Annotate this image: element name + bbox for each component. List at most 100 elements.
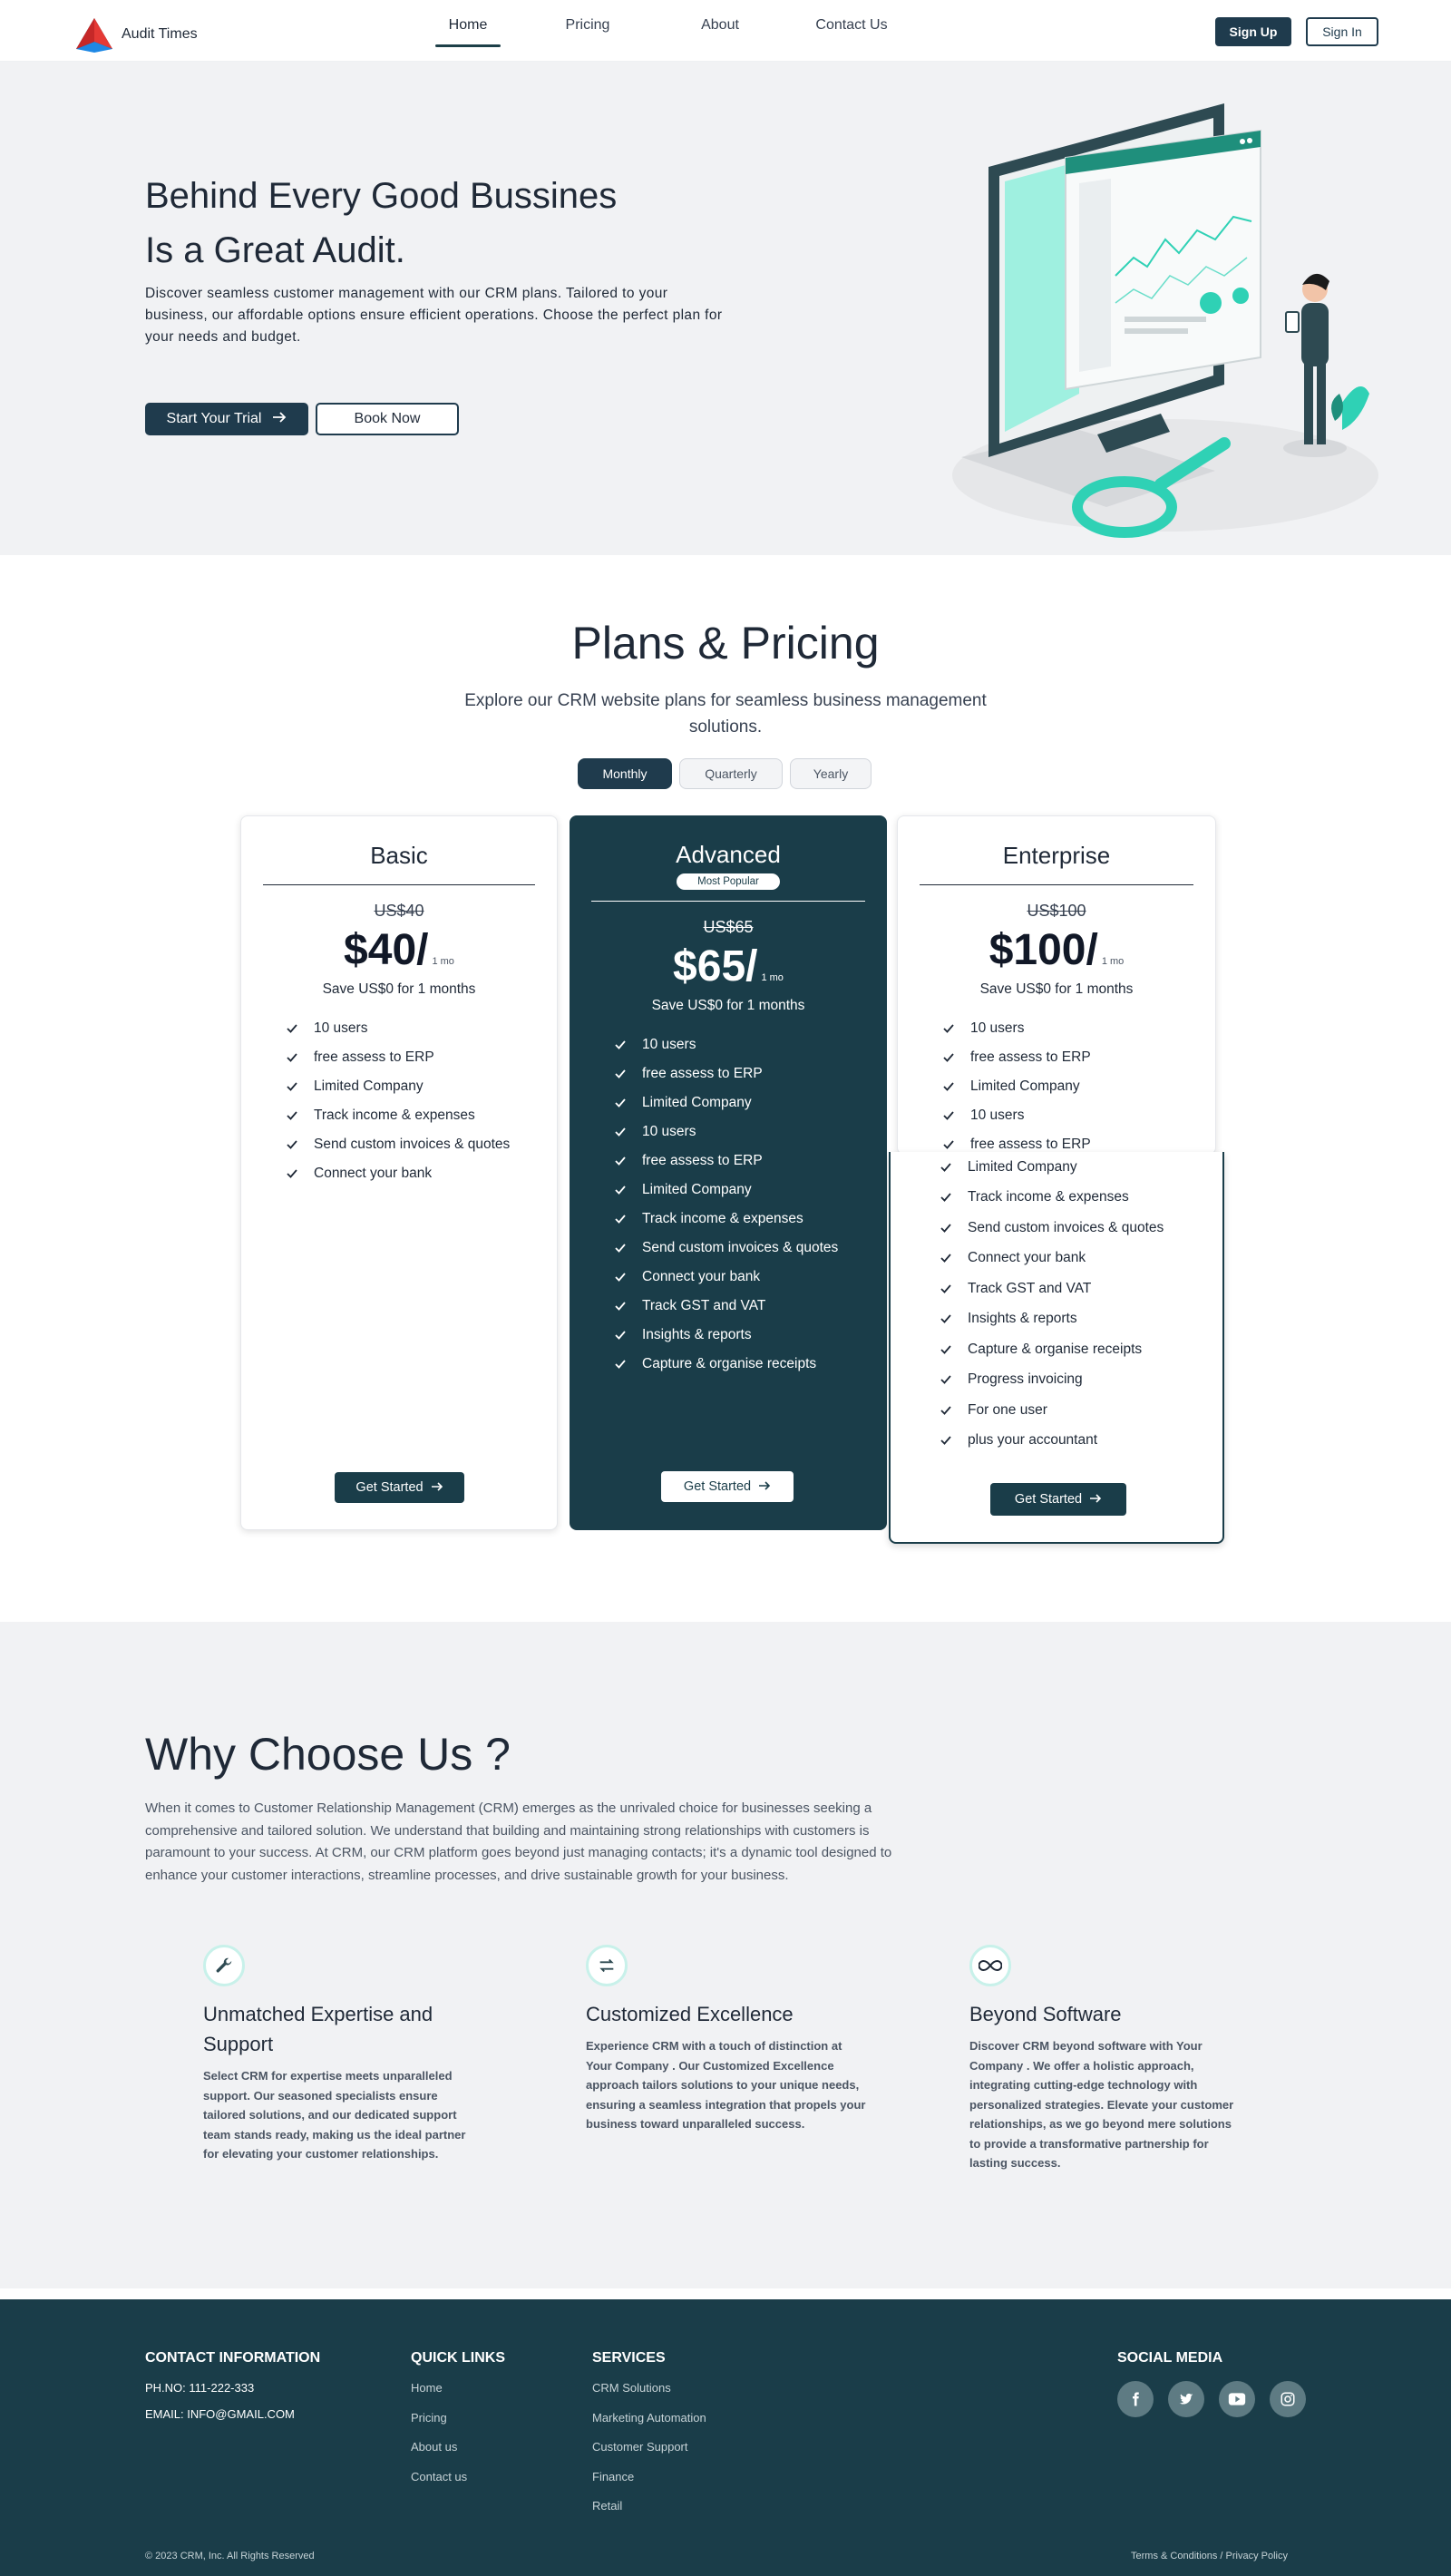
divider	[920, 884, 1193, 885]
feature-item: Connect your bank	[287, 1159, 510, 1188]
hero-title: Behind Every Good Bussines Is a Great Au…	[145, 169, 780, 278]
why-feature-beyond: Beyond Software Discover CRM beyond soft…	[969, 1945, 1242, 2173]
feature-text: 10 users	[970, 1020, 1025, 1036]
check-icon	[287, 1137, 314, 1152]
footer-link-pricing[interactable]: Pricing	[411, 2411, 505, 2425]
price-amount: $100/	[988, 926, 1098, 974]
tab-yearly[interactable]: Yearly	[790, 758, 872, 789]
brand-logo-icon	[76, 18, 112, 53]
check-icon	[615, 1357, 642, 1371]
feature-item: 10 users	[615, 1117, 838, 1147]
pricing-section: Plans & Pricing Explore our CRM website …	[0, 555, 1451, 1622]
feature-text: Track income & expenses	[968, 1189, 1129, 1205]
brand[interactable]: Audit Times	[74, 16, 198, 53]
tab-monthly[interactable]: Monthly	[578, 758, 672, 789]
check-icon	[943, 1108, 970, 1123]
check-icon	[940, 1342, 968, 1357]
check-icon	[615, 1241, 642, 1255]
get-started-button[interactable]: Get Started	[990, 1483, 1126, 1516]
instagram-icon[interactable]	[1270, 2381, 1306, 2417]
save-note: Save US$0 for 1 months	[322, 981, 476, 997]
period-tabs: Monthly Quarterly Yearly	[578, 758, 872, 789]
feature-text: Capture & organise receipts	[968, 1341, 1143, 1357]
footer-service-support[interactable]: Customer Support	[592, 2440, 706, 2454]
footer-service-marketing[interactable]: Marketing Automation	[592, 2411, 706, 2425]
get-started-button[interactable]: Get Started	[661, 1471, 794, 1502]
old-price: US$65	[703, 918, 754, 936]
footer-heading: CONTACT INFORMATION	[145, 2350, 321, 2366]
footer-service-finance[interactable]: Finance	[592, 2470, 706, 2483]
plan-name: Enterprise	[1002, 842, 1111, 869]
price: $100/1 mo	[898, 925, 1215, 987]
start-trial-button[interactable]: Start Your Trial	[145, 403, 308, 435]
footer-email: EMAIL: INFO@GMAIL.COM	[145, 2407, 295, 2421]
feature-item: Limited Company	[615, 1088, 838, 1117]
why-title: Why Choose Us ?	[145, 1729, 511, 1780]
footer-link-contact[interactable]: Contact us	[411, 2470, 505, 2483]
sign-up-button[interactable]: Sign Up	[1215, 17, 1291, 46]
hero-section: Behind Every Good Bussines Is a Great Au…	[0, 62, 1451, 555]
check-icon	[943, 1137, 970, 1152]
feature-item: Track GST and VAT	[940, 1273, 1164, 1304]
facebook-icon[interactable]	[1117, 2381, 1154, 2417]
arrow-right-icon	[758, 1479, 771, 1494]
feature-item: Connect your bank	[615, 1263, 838, 1292]
check-icon	[287, 1108, 314, 1123]
arrow-right-icon	[431, 1480, 443, 1495]
footer-social: SOCIAL MEDIA	[1117, 2350, 1306, 2417]
price-amount: $40/	[344, 926, 429, 974]
pricing-title: Plans & Pricing	[571, 618, 880, 668]
feature-item: free assess to ERP	[615, 1147, 838, 1176]
footer-heading: SERVICES	[592, 2350, 666, 2366]
feature-item: free assess to ERP	[943, 1043, 1091, 1072]
plan-card-enterprise: Enterprise US$100 $100/1 mo Save US$0 fo…	[897, 815, 1216, 1155]
feature-item: 10 users	[287, 1014, 510, 1043]
footer-service-crm[interactable]: CRM Solutions	[592, 2381, 706, 2395]
check-icon	[287, 1166, 314, 1181]
feature-item: Limited Company	[615, 1176, 838, 1205]
check-icon	[940, 1251, 968, 1265]
sign-in-button[interactable]: Sign In	[1306, 17, 1378, 46]
nav-pricing[interactable]: Pricing	[555, 0, 620, 62]
why-description: When it comes to Customer Relationship M…	[145, 1800, 892, 1883]
nav-home[interactable]: Home	[435, 0, 501, 62]
feature-title: Customized Excellence	[586, 2003, 794, 2025]
feature-text: Capture & organise receipts	[642, 1356, 817, 1371]
pricing-subtitle: Explore our CRM website plans for seamle…	[464, 691, 987, 737]
check-icon	[615, 1299, 642, 1313]
dashboard-illustration	[952, 103, 1378, 538]
check-icon	[287, 1079, 314, 1094]
old-price: US$40	[374, 902, 424, 920]
price: $65/1 mo	[570, 942, 887, 1003]
nav-contact[interactable]: Contact Us	[802, 0, 901, 62]
legal-links[interactable]: Terms & Conditions / Privacy Policy	[1131, 2551, 1288, 2561]
footer-service-retail[interactable]: Retail	[592, 2499, 706, 2513]
feature-text: Track income & expenses	[642, 1211, 803, 1226]
feature-item: Progress invoicing	[940, 1365, 1164, 1396]
plan-name: Basic	[370, 842, 428, 869]
feature-item: Send custom invoices & quotes	[615, 1234, 838, 1263]
footer-link-home[interactable]: Home	[411, 2381, 505, 2395]
nav-about[interactable]: About	[693, 0, 747, 62]
feature-text: Send custom invoices & quotes	[314, 1137, 511, 1152]
divider	[263, 884, 535, 885]
tab-quarterly[interactable]: Quarterly	[679, 758, 783, 789]
footer-link-about[interactable]: About us	[411, 2440, 505, 2454]
twitter-icon[interactable]	[1168, 2381, 1204, 2417]
plan-card-enterprise-expanded: Limited Company Track income & expenses Se…	[889, 1152, 1224, 1544]
feature-item: Capture & organise receipts	[615, 1350, 838, 1379]
footer-services: SERVICES CRM Solutions Marketing Automat…	[592, 2350, 706, 2529]
feature-list-top: 10 users free assess to ERP Limited Compan…	[943, 1014, 1091, 1159]
price-amount: $65/	[673, 942, 758, 990]
start-trial-label: Start Your Trial	[166, 411, 262, 426]
book-now-button[interactable]: Book Now	[316, 403, 459, 435]
get-started-button[interactable]: Get Started	[335, 1472, 464, 1503]
arrow-right-icon	[1089, 1492, 1102, 1507]
plan-card-basic: Basic US$40 $40/1 mo Save US$0 for 1 mon…	[240, 815, 558, 1530]
feature-text: Progress invoicing	[968, 1371, 1083, 1388]
price-period: 1 mo	[432, 956, 454, 967]
footer-heading: SOCIAL MEDIA	[1117, 2350, 1223, 2366]
feature-item: Track income & expenses	[615, 1205, 838, 1234]
check-icon	[615, 1067, 642, 1081]
youtube-icon[interactable]	[1219, 2381, 1255, 2417]
